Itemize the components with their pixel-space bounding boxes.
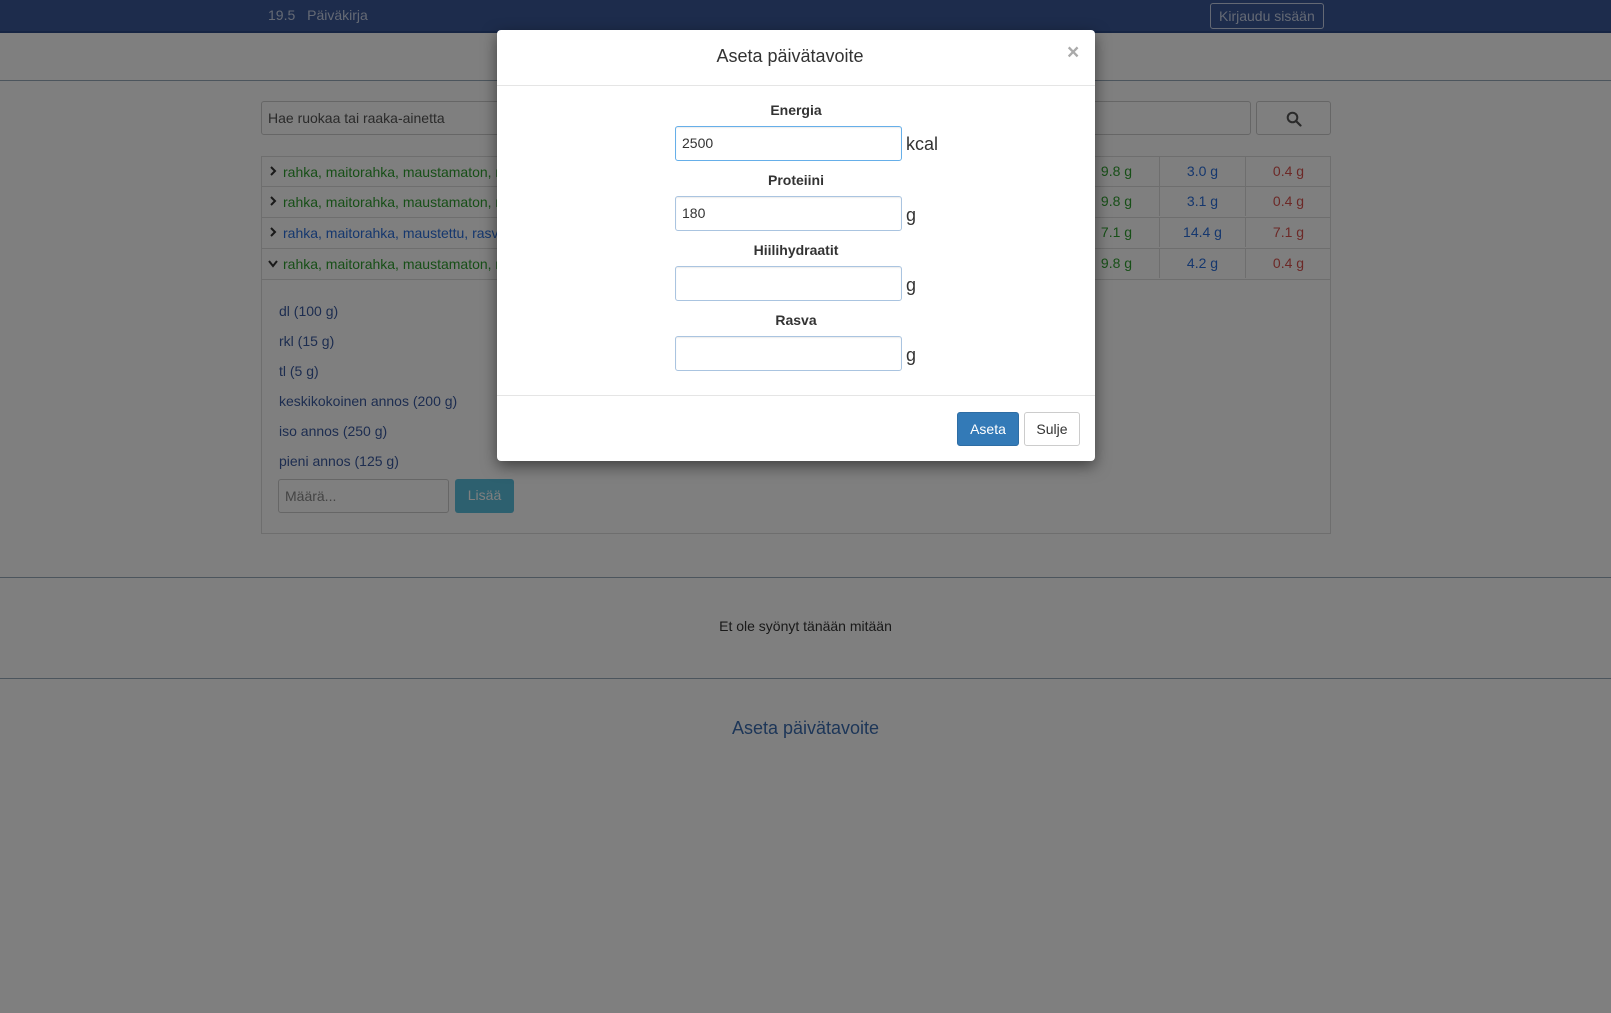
fat-label: Rasva (775, 312, 817, 328)
protein-label: Proteiini (767, 172, 824, 188)
energy-unit: kcal (906, 134, 939, 154)
modal-header: Aseta päivätavoite × (497, 30, 1095, 86)
set-goal-button[interactable]: Aseta (957, 412, 1019, 446)
carbs-unit: g (906, 275, 917, 295)
close-button[interactable]: Sulje (1024, 412, 1080, 446)
fat-input[interactable] (675, 336, 902, 371)
carbs-input[interactable] (675, 266, 902, 301)
modal-title: Aseta päivätavoite (716, 46, 864, 66)
close-icon[interactable]: × (1067, 42, 1079, 63)
goal-modal: Aseta päivätavoite × Energia 2500 kcal P… (497, 30, 1095, 461)
protein-unit: g (906, 205, 917, 225)
carbs-label: Hiilihydraatit (753, 242, 839, 258)
modal-footer: Aseta Sulje (497, 395, 1095, 462)
fat-unit: g (906, 345, 917, 365)
energy-label: Energia (770, 102, 822, 118)
energy-input[interactable]: 2500 (675, 126, 902, 161)
protein-input[interactable]: 180 (675, 196, 902, 231)
